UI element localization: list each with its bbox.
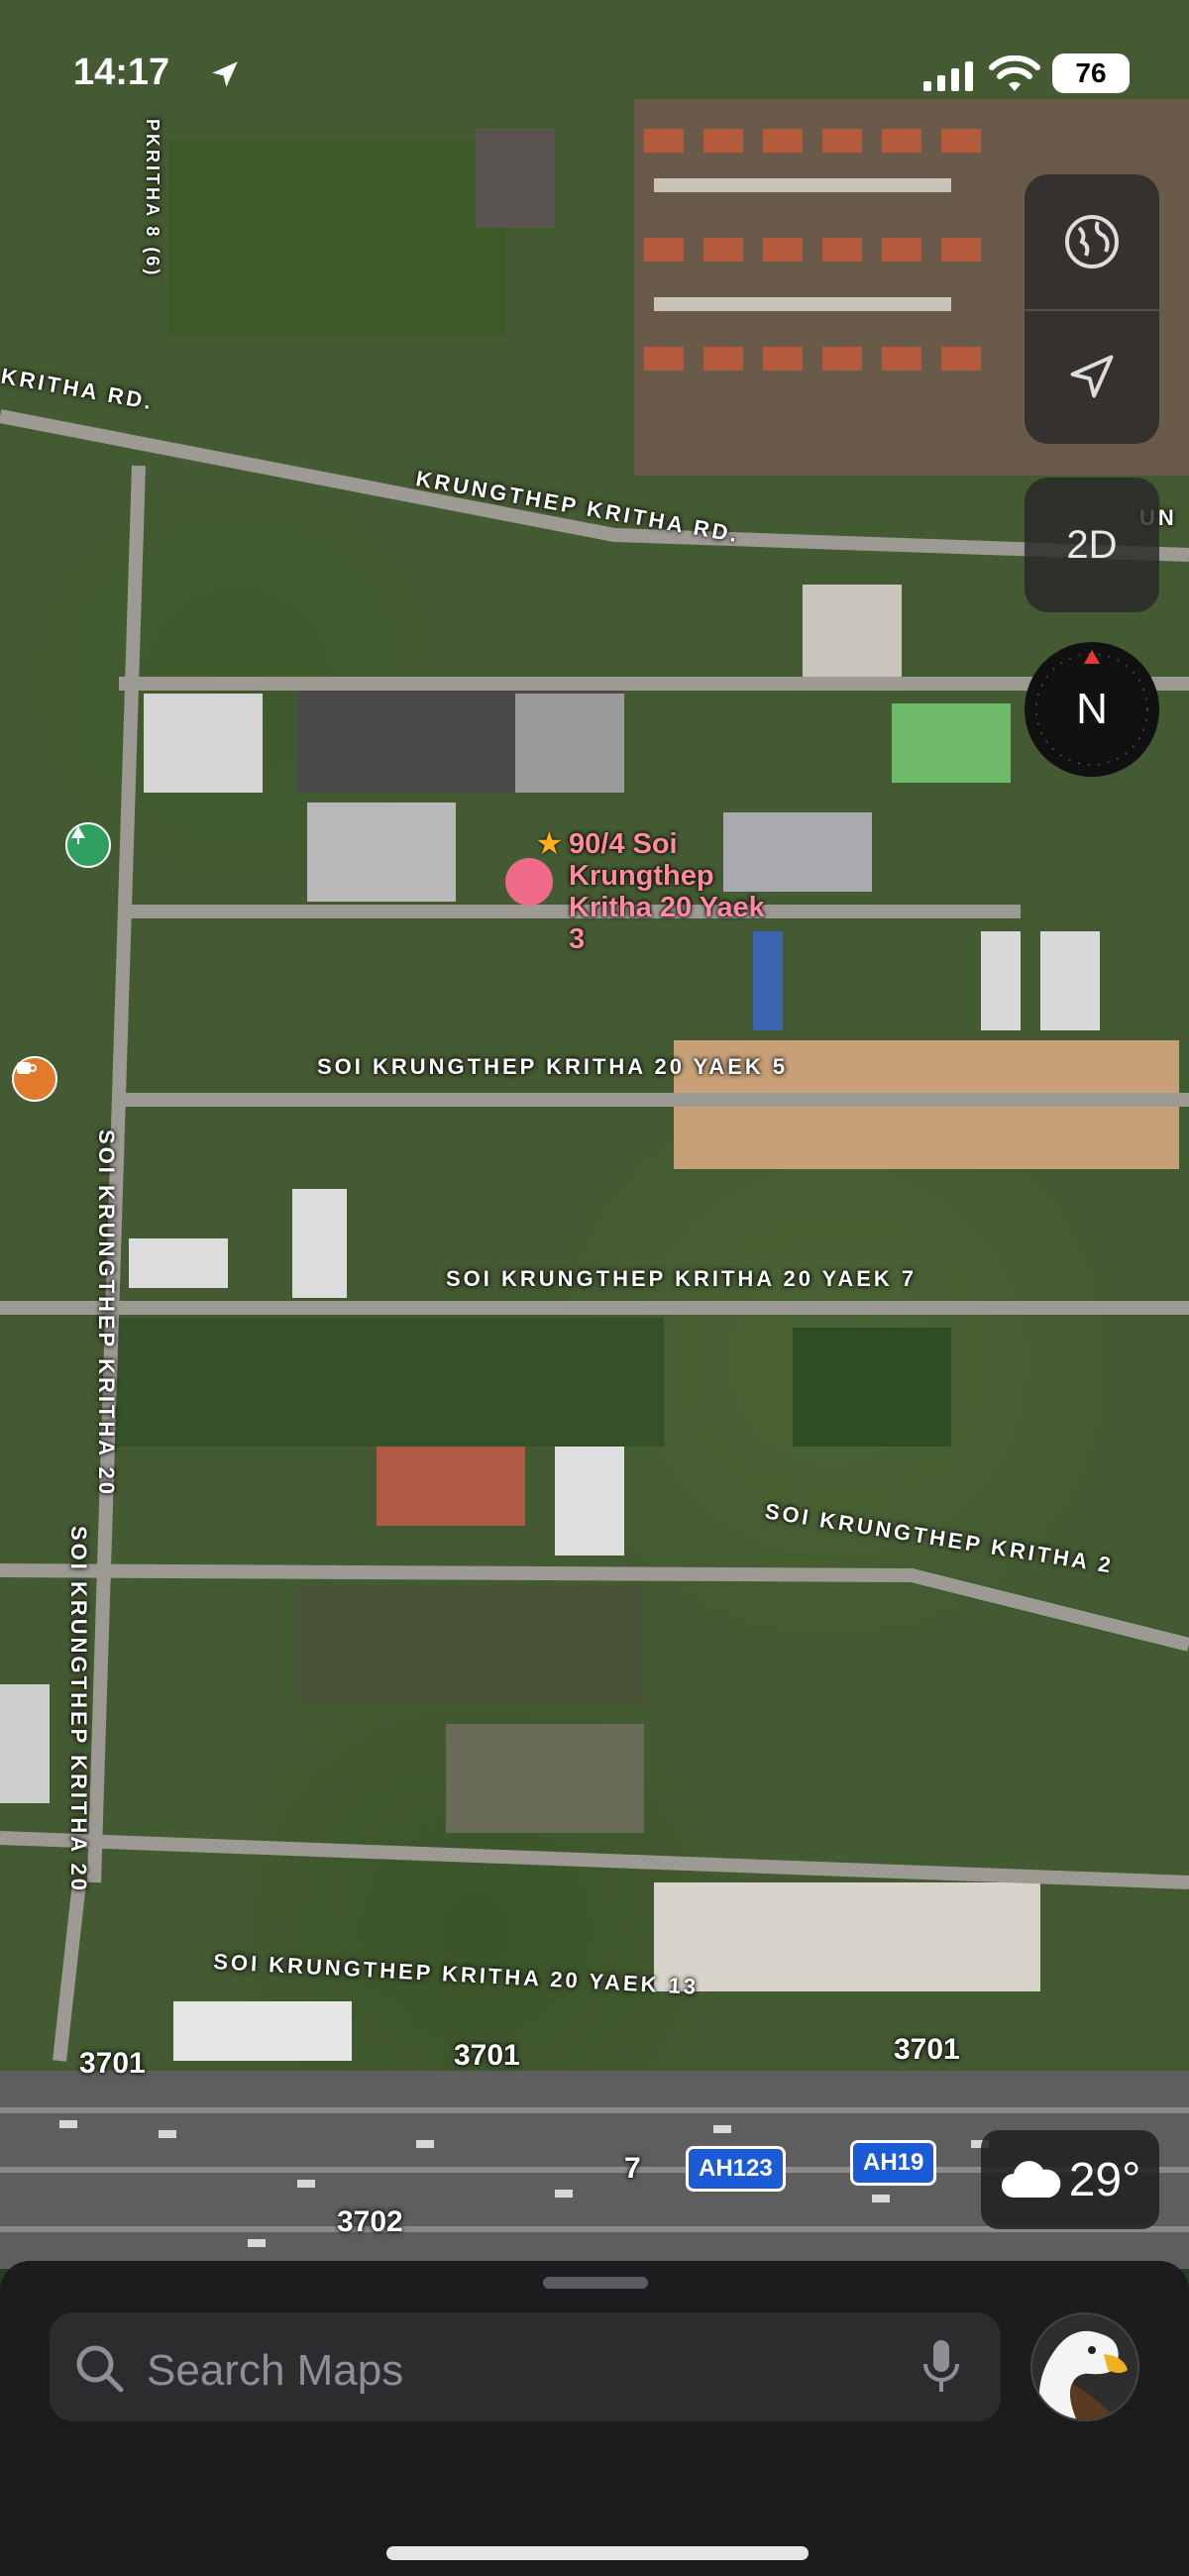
battery-indicator: 76 <box>1052 54 1130 93</box>
search-sheet[interactable]: Search Maps <box>0 2261 1189 2576</box>
status-bar: 14:17 76 <box>0 0 1189 139</box>
road-label-top-vertical: PKRITHA 8 (6) <box>143 119 162 278</box>
route-number-3701-left: 3701 <box>79 2047 146 2080</box>
search-icon <box>76 2345 124 2393</box>
road-label-yaek-7: SOI KRUNGTHEP KRITHA 20 YAEK 7 <box>446 1266 918 1291</box>
search-maps-field[interactable]: Search Maps <box>50 2312 1001 2421</box>
weather-widget[interactable]: 29° <box>981 2130 1159 2229</box>
road-label-yaek-5: SOI KRUNGTHEP KRITHA 20 YAEK 5 <box>317 1054 789 1079</box>
road-label-soi-20-vertical-upper: SOI KRUNGTHEP KRITHA 20 <box>94 1129 119 1497</box>
road-label-soi-20-vertical-lower: SOI KRUNGTHEP KRITHA 20 <box>66 1526 91 1893</box>
route-number-3701-right: 3701 <box>894 2033 960 2066</box>
location-services-icon <box>212 61 238 87</box>
route-number-3701-center: 3701 <box>454 2039 520 2072</box>
search-placeholder: Search Maps <box>147 2346 404 2395</box>
map-imagery <box>0 99 1189 2269</box>
highway-badge-ah19: AH19 <box>850 2140 937 2186</box>
cloud-icon <box>1001 2161 1061 2198</box>
microphone-icon[interactable] <box>921 2338 961 2396</box>
route-number-7: 7 <box>624 2152 641 2185</box>
compass-button[interactable]: N <box>1025 642 1159 777</box>
cellular-signal-icon <box>923 61 973 91</box>
sheet-grabber[interactable] <box>543 2277 648 2289</box>
weather-temperature: 29° <box>1068 2153 1141 2206</box>
profile-avatar[interactable] <box>1030 2312 1139 2421</box>
poi-cafe-icon[interactable] <box>12 1056 57 1102</box>
view-mode-2d-button[interactable]: 2D <box>1025 478 1159 612</box>
poi-green-icon[interactable] <box>65 822 111 868</box>
pin-address-label[interactable]: 90/4 Soi Krungthep Kritha 20 Yaek 3 <box>569 828 767 955</box>
highway-badge-ah123: AH123 <box>686 2146 786 2192</box>
star-icon: ★ <box>535 825 564 861</box>
wifi-icon <box>989 55 1040 91</box>
current-location-button[interactable] <box>1025 309 1159 444</box>
home-indicator <box>386 2546 809 2560</box>
compass-north-label: N <box>1076 685 1108 733</box>
location-arrow-icon <box>1070 355 1114 398</box>
dropped-pin[interactable] <box>505 858 553 906</box>
status-time: 14:17 <box>73 52 170 93</box>
coffee-cup-icon <box>17 1062 37 1074</box>
map-style-button[interactable] <box>1025 174 1159 309</box>
route-number-3702: 3702 <box>337 2205 403 2238</box>
map-control-stack <box>1025 174 1159 444</box>
globe-icon <box>1065 215 1119 268</box>
eagle-avatar-icon <box>1032 2314 1137 2419</box>
tree-icon <box>71 826 85 844</box>
satellite-map[interactable]: KRITHA RD. KRUNGTHEP KRITHA RD. UN SOI K… <box>0 0 1189 2269</box>
